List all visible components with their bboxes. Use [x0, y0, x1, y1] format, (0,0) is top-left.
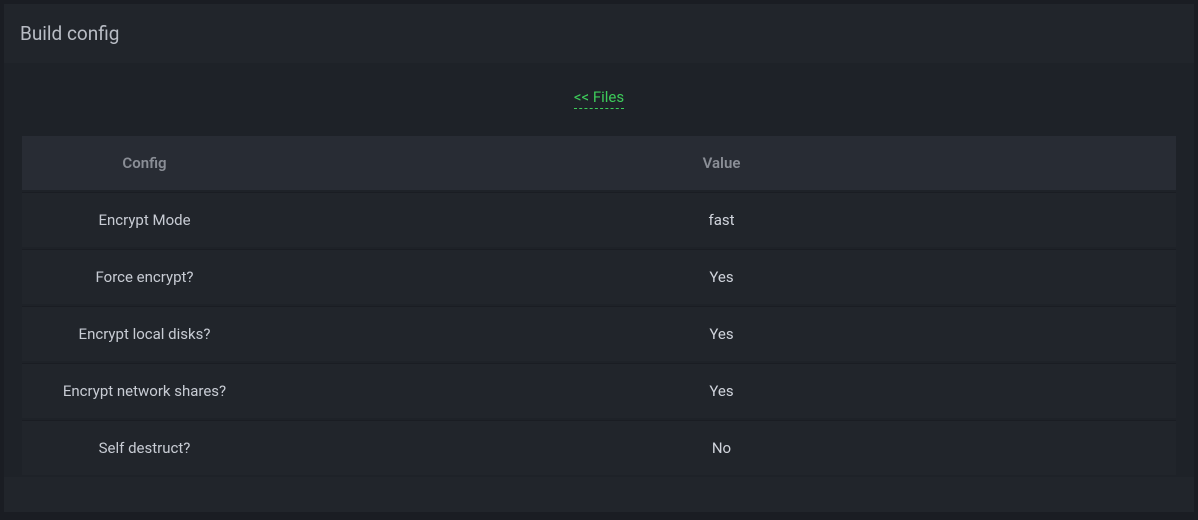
table-row: Encrypt network shares? Yes — [22, 363, 1176, 418]
table-row: Force encrypt? Yes — [22, 249, 1176, 304]
table-header-value: Value — [267, 136, 1176, 190]
config-cell: Force encrypt? — [22, 249, 267, 304]
table-row: Encrypt Mode fast — [22, 192, 1176, 247]
config-cell: Encrypt Mode — [22, 192, 267, 247]
back-to-files-link[interactable]: << Files — [574, 88, 624, 109]
table-row: Self destruct? No — [22, 420, 1176, 475]
config-cell: Encrypt local disks? — [22, 306, 267, 361]
page-title: Build config — [4, 4, 1194, 63]
page-container: Build config << Files Config Value Encry… — [4, 4, 1194, 512]
value-cell: Yes — [267, 249, 1176, 304]
config-cell: Self destruct? — [22, 420, 267, 475]
back-link-section: << Files — [4, 63, 1194, 134]
value-cell: Yes — [267, 306, 1176, 361]
value-cell: Yes — [267, 363, 1176, 418]
value-cell: No — [267, 420, 1176, 475]
table-header-row: Config Value — [22, 136, 1176, 190]
table-row: Encrypt local disks? Yes — [22, 306, 1176, 361]
table-header-config: Config — [22, 136, 267, 190]
config-table: Config Value Encrypt Mode fast Force enc… — [22, 134, 1176, 477]
value-cell: fast — [267, 192, 1176, 247]
config-table-container: Config Value Encrypt Mode fast Force enc… — [4, 134, 1194, 477]
config-cell: Encrypt network shares? — [22, 363, 267, 418]
